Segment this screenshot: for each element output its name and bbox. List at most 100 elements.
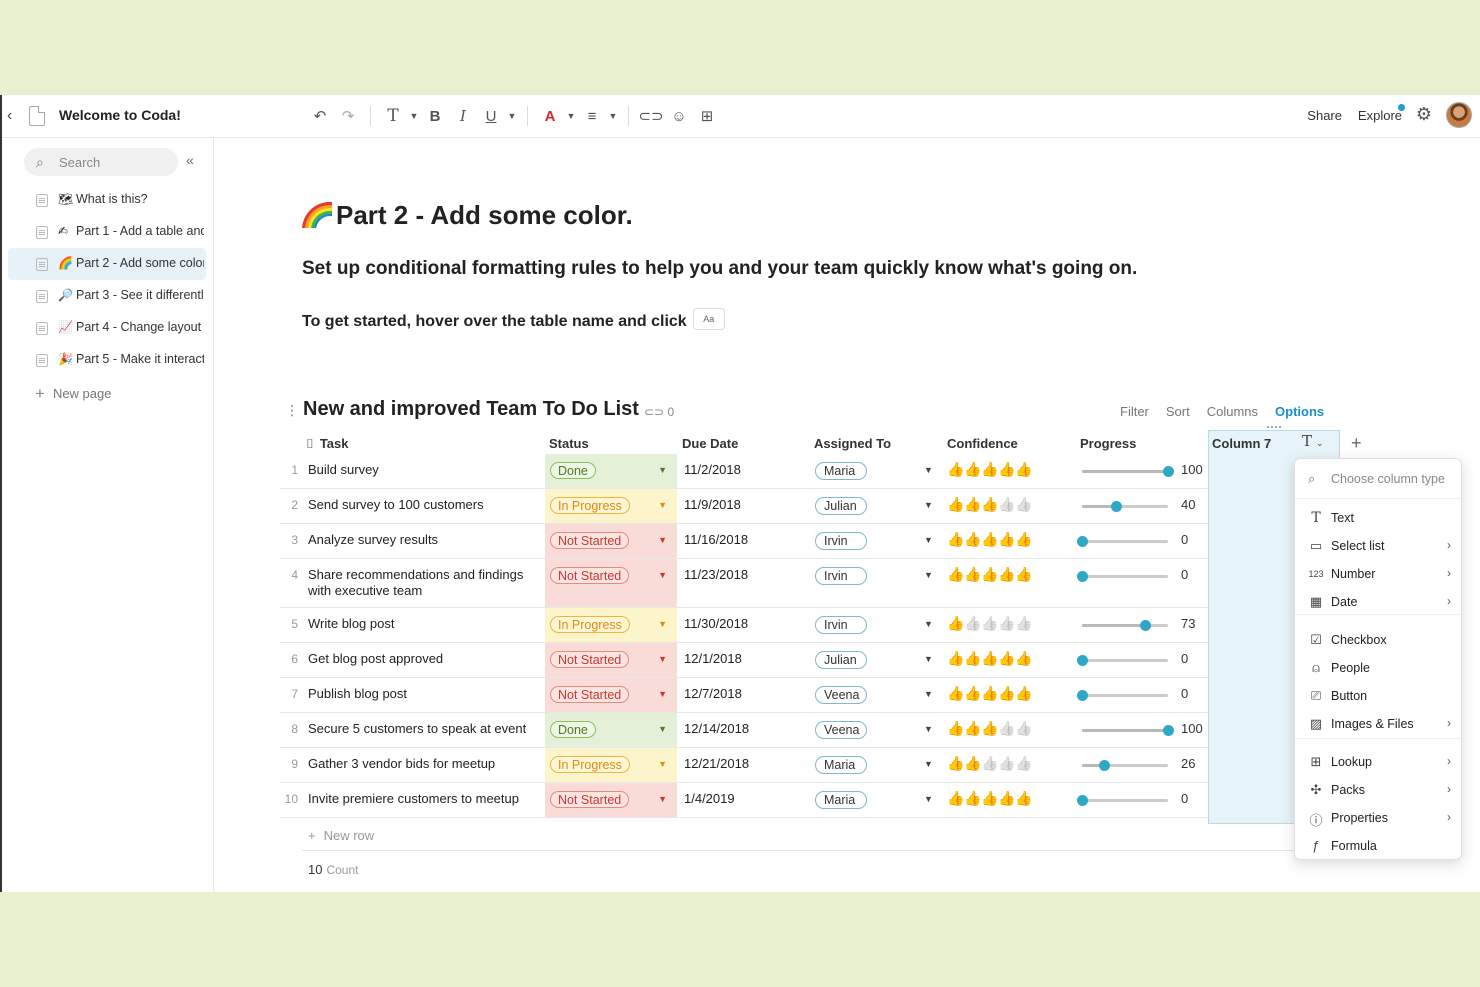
confidence-rating[interactable]: 👍👍👍👍👍 — [947, 790, 1032, 807]
sort-button[interactable]: Sort — [1166, 404, 1190, 419]
explore-button[interactable]: Explore — [1358, 108, 1402, 123]
assignee-chip[interactable]: Irvin — [815, 532, 867, 550]
table-row[interactable]: 9 Gather 3 vendor bids for meetup In Progr… — [280, 748, 1208, 783]
table-row[interactable]: 5 Write blog post In Progress ▼ 11/30/2018 Ir… — [280, 608, 1208, 643]
thumbs-up-icon[interactable]: 👍 — [1015, 755, 1032, 772]
sidebar-item-part-4[interactable]: 📈 Part 4 - Change layout — [8, 312, 206, 344]
thumbs-up-icon[interactable]: 👍 — [947, 685, 964, 702]
thumbs-up-icon[interactable]: 👍 — [947, 461, 964, 478]
filter-button[interactable]: Filter — [1120, 404, 1149, 419]
due-date-cell[interactable]: 11/9/2018 — [684, 497, 741, 512]
progress-slider[interactable] — [1082, 620, 1168, 631]
options-button[interactable]: Options — [1275, 404, 1324, 419]
assignee-chip[interactable]: Maria — [815, 791, 867, 809]
thumbs-up-icon[interactable]: 👍 — [981, 755, 998, 772]
thumbs-up-icon[interactable]: 👍 — [947, 755, 964, 772]
thumbs-up-icon[interactable]: 👍 — [1015, 461, 1032, 478]
menu-item-formula[interactable]: ƒ Formula — [1295, 832, 1461, 860]
progress-slider[interactable] — [1082, 725, 1174, 736]
menu-item-packs[interactable]: ✣ Packs › — [1295, 776, 1461, 804]
status-dropdown-caret-icon[interactable]: ▼ — [658, 759, 667, 769]
column-header-due-date[interactable]: Due Date — [682, 436, 738, 451]
thumbs-up-icon[interactable]: 👍 — [981, 531, 998, 548]
status-dropdown-caret-icon[interactable]: ▼ — [658, 500, 667, 510]
column-header-progress[interactable]: Progress — [1080, 436, 1136, 451]
menu-item-people[interactable]: ⍝ People — [1295, 654, 1461, 682]
back-chevron-icon[interactable]: ‹ — [7, 107, 12, 125]
task-cell[interactable]: Write blog post — [308, 616, 540, 632]
status-dropdown-caret-icon[interactable]: ▼ — [658, 689, 667, 699]
sidebar-item-part-1[interactable]: ✍ Part 1 - Add a table and — [8, 216, 206, 248]
thumbs-up-icon[interactable]: 👍 — [1015, 531, 1032, 548]
status-dropdown-caret-icon[interactable]: ▼ — [658, 794, 667, 804]
emoji-icon[interactable]: ☺ — [665, 104, 693, 128]
due-date-cell[interactable]: 1/4/2019 — [684, 791, 735, 806]
column-type-search-input[interactable]: Choose column type — [1331, 472, 1445, 486]
thumbs-up-icon[interactable]: 👍 — [981, 461, 998, 478]
menu-item-text[interactable]: T Text — [1295, 504, 1461, 532]
due-date-cell[interactable]: 11/2/2018 — [684, 462, 741, 477]
task-cell[interactable]: Share recommendations and findings with … — [308, 567, 540, 599]
assignee-dropdown-caret-icon[interactable]: ▼ — [924, 759, 933, 769]
assignee-dropdown-caret-icon[interactable]: ▼ — [924, 794, 933, 804]
table-row[interactable]: 7 Publish blog post Not Started ▼ 12/7/2018 V… — [280, 678, 1208, 713]
bold-icon[interactable]: B — [421, 104, 449, 128]
menu-item-properties[interactable]: ⓘ Properties › — [1295, 804, 1461, 832]
progress-slider[interactable] — [1077, 655, 1168, 666]
confidence-rating[interactable]: 👍👍👍👍👍 — [947, 496, 1032, 513]
thumbs-up-icon[interactable]: 👍 — [947, 566, 964, 583]
assignee-dropdown-caret-icon[interactable]: ▼ — [924, 535, 933, 545]
due-date-cell[interactable]: 12/14/2018 — [684, 721, 749, 736]
confidence-rating[interactable]: 👍👍👍👍👍 — [947, 566, 1032, 583]
thumbs-up-icon[interactable]: 👍 — [1015, 720, 1032, 737]
progress-slider[interactable] — [1082, 501, 1168, 512]
progress-slider-knob[interactable] — [1111, 501, 1123, 512]
column-header-column-7[interactable]: Column 7 — [1212, 436, 1271, 451]
sidebar-item-part-2[interactable]: 🌈 Part 2 - Add some color. — [8, 248, 206, 280]
status-cell[interactable]: In Progress ▼ — [545, 489, 677, 523]
sidebar-search[interactable]: ⌕ Search — [24, 148, 178, 176]
page-subtitle[interactable]: Set up conditional formatting rules to h… — [302, 258, 1137, 280]
table-title[interactable]: New and improved Team To Do List — [303, 398, 639, 421]
assignee-chip[interactable]: Veena — [815, 721, 867, 739]
thumbs-up-icon[interactable]: 👍 — [998, 755, 1015, 772]
assignee-chip[interactable]: Julian — [815, 651, 867, 669]
share-button[interactable]: Share — [1307, 108, 1342, 123]
assignee-dropdown-caret-icon[interactable]: ▼ — [924, 570, 933, 580]
progress-slider-knob[interactable] — [1163, 466, 1174, 477]
text-color-chevron-icon[interactable]: ▼ — [564, 104, 578, 128]
gear-icon[interactable]: ⚙ — [1416, 104, 1432, 125]
column-drag-handle[interactable] — [1267, 426, 1281, 429]
status-dropdown-caret-icon[interactable]: ▼ — [658, 724, 667, 734]
status-dropdown-caret-icon[interactable]: ▼ — [658, 619, 667, 629]
redo-icon[interactable]: ↷ — [334, 104, 362, 128]
column-header-assigned-to[interactable]: Assigned To — [814, 436, 891, 451]
thumbs-up-icon[interactable]: 👍 — [1015, 650, 1032, 667]
table-row[interactable]: 6 Get blog post approved Not Started ▼ 12/1/… — [280, 643, 1208, 678]
thumbs-up-icon[interactable]: 👍 — [964, 685, 981, 702]
task-cell[interactable]: Build survey — [308, 462, 540, 478]
progress-slider-knob[interactable] — [1099, 760, 1111, 771]
due-date-cell[interactable]: 11/23/2018 — [684, 567, 748, 582]
progress-slider-knob[interactable] — [1077, 571, 1088, 582]
thumbs-up-icon[interactable]: 👍 — [947, 790, 964, 807]
due-date-cell[interactable]: 12/7/2018 — [684, 686, 742, 701]
search-input[interactable]: Search — [59, 155, 100, 170]
column-header-confidence[interactable]: Confidence — [947, 436, 1018, 451]
undo-icon[interactable]: ↶ — [306, 104, 334, 128]
page-title[interactable]: Part 2 - Add some color. — [302, 200, 633, 231]
table-drag-handle-icon[interactable]: ⋮ — [285, 402, 299, 419]
progress-slider-knob[interactable] — [1077, 536, 1088, 547]
page-instruction[interactable]: To get started, hover over the table nam… — [302, 308, 725, 331]
status-dropdown-caret-icon[interactable]: ▼ — [658, 535, 667, 545]
progress-slider[interactable] — [1077, 571, 1168, 582]
underline-chevron-icon[interactable]: ▼ — [505, 104, 519, 128]
text-style-icon[interactable]: T — [379, 104, 407, 128]
status-dropdown-caret-icon[interactable]: ▼ — [658, 570, 667, 580]
progress-slider[interactable] — [1082, 760, 1168, 771]
thumbs-up-icon[interactable]: 👍 — [998, 496, 1015, 513]
progress-slider[interactable] — [1082, 466, 1174, 477]
thumbs-up-icon[interactable]: 👍 — [998, 531, 1015, 548]
assignee-dropdown-caret-icon[interactable]: ▼ — [924, 619, 933, 629]
assignee-chip[interactable]: Maria — [815, 756, 867, 774]
